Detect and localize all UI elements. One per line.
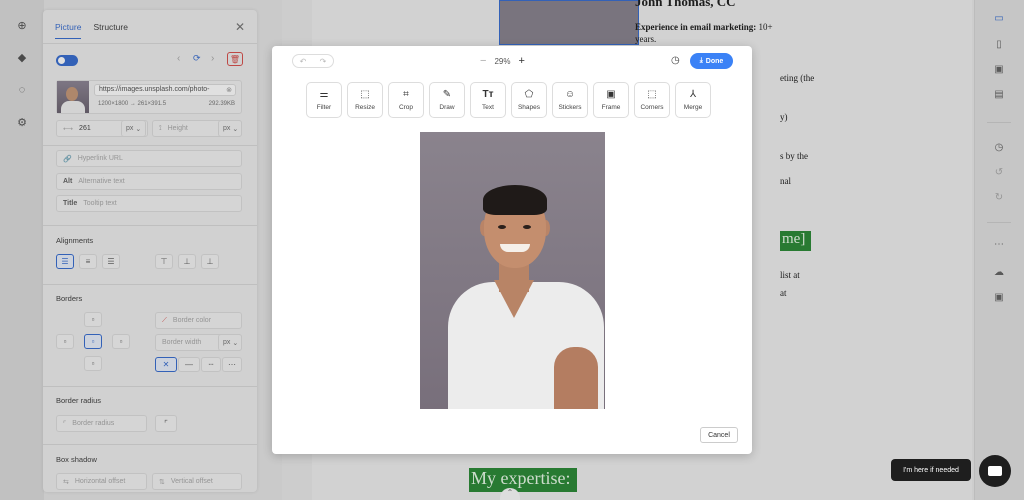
tool-filter[interactable]: ⚌ Filter [306, 82, 342, 118]
done-label: Done [705, 57, 724, 65]
zoom-in-icon[interactable]: + [518, 55, 524, 67]
cancel-button[interactable]: Cancel [700, 427, 738, 443]
resize-icon: ⬚ [360, 89, 370, 100]
tool-merge[interactable]: ⅄ Merge [675, 82, 711, 118]
text-icon: Tт [482, 89, 494, 100]
tool-label: Frame [601, 104, 621, 111]
tool-label: Corners [640, 104, 664, 111]
tool-resize[interactable]: ⬚ Resize [347, 82, 383, 118]
chat-prompt-bubble[interactable]: I'm here if needed [891, 459, 971, 481]
tool-label: Stickers [558, 104, 582, 111]
tool-label: Merge [683, 104, 703, 111]
redo-icon[interactable]: ↷ [320, 57, 327, 66]
tool-crop[interactable]: ⌗ Crop [388, 82, 424, 118]
tool-label: Draw [439, 104, 455, 111]
tool-label: Text [482, 104, 494, 111]
image-preview[interactable] [420, 132, 605, 409]
tool-corners[interactable]: ⬚ Corners [634, 82, 670, 118]
crop-icon: ⌗ [403, 89, 409, 100]
editor-toolbar: ⚌ Filter ⬚ Resize ⌗ Crop ✎ Draw Tт Text ⬠ Shap… [306, 82, 711, 118]
tool-shapes[interactable]: ⬠ Shapes [511, 82, 547, 118]
chat-icon [988, 466, 1002, 476]
filter-icon: ⚌ [319, 89, 329, 100]
tool-stickers[interactable]: ☺ Stickers [552, 82, 588, 118]
shapes-icon: ⬠ [524, 89, 534, 100]
image-editor-modal: ↶ ↷ − 29% + ◷ ⤓ Done ⚌ Filter ⬚ Resize ⌗ Cr… [272, 46, 752, 454]
tool-label: Shapes [517, 104, 541, 111]
zoom-out-icon[interactable]: − [480, 55, 486, 67]
history-icon[interactable]: ◷ [671, 55, 680, 66]
corners-icon: ⬚ [647, 89, 657, 100]
draw-icon: ✎ [442, 89, 452, 100]
tool-text[interactable]: Tт Text [470, 82, 506, 118]
download-icon: ⤓ [699, 57, 703, 64]
frame-icon: ▣ [606, 89, 616, 100]
tool-label: Filter [316, 104, 332, 111]
chat-launcher-button[interactable] [979, 455, 1011, 487]
done-button[interactable]: ⤓ Done [690, 53, 733, 69]
zoom-control: − 29% + [480, 55, 525, 67]
stickers-icon: ☺ [564, 89, 576, 100]
undo-icon[interactable]: ↶ [300, 57, 307, 66]
tool-label: Crop [398, 104, 414, 111]
undo-redo-group: ↶ ↷ [292, 54, 334, 68]
tool-label: Resize [355, 104, 375, 111]
tool-frame[interactable]: ▣ Frame [593, 82, 629, 118]
tool-draw[interactable]: ✎ Draw [429, 82, 465, 118]
zoom-level: 29% [494, 56, 511, 66]
merge-icon: ⅄ [689, 89, 697, 100]
